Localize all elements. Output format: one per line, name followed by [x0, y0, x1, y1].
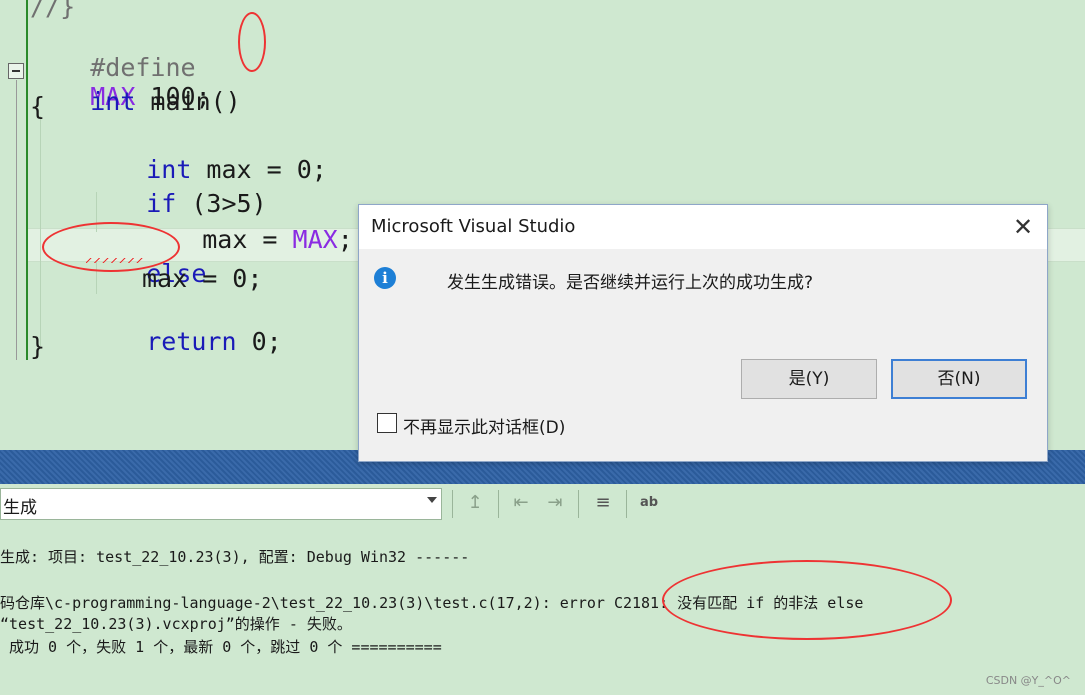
- find-in-source-icon[interactable]: ↥: [462, 490, 488, 516]
- annotation-circle: [238, 12, 266, 72]
- change-indicator-bar: [26, 0, 28, 360]
- dont-show-again-label[interactable]: 不再显示此对话框(D): [403, 413, 565, 438]
- code-text: 0;: [236, 327, 282, 356]
- keyword: int: [90, 87, 136, 116]
- code-line: {: [30, 92, 46, 121]
- code-text: max =: [202, 225, 293, 254]
- macro-name: MAX: [292, 225, 338, 254]
- output-source-value: 生成: [3, 498, 37, 518]
- indent-guide: [40, 116, 41, 346]
- code-line: max = 0;: [142, 264, 263, 293]
- fold-guide-line: [16, 80, 17, 360]
- toolbar-separator: [626, 490, 627, 518]
- output-line: “test_22_10.23(3).vcxproj”的操作 - 失败。: [0, 615, 352, 633]
- annotation-circle: [42, 222, 180, 272]
- code-line: }: [30, 332, 46, 361]
- dialog-titlebar[interactable]: Microsoft Visual Studio ✕: [359, 205, 1047, 249]
- output-source-select[interactable]: 生成: [0, 488, 442, 520]
- clear-all-icon[interactable]: ≡: [590, 490, 616, 516]
- next-message-icon[interactable]: ⇥: [542, 490, 568, 516]
- dialog-body: i 发生生成错误。是否继续并运行上次的成功生成? 是(Y) 否(N) 不再显示此…: [359, 249, 1047, 461]
- info-icon: i: [374, 267, 396, 289]
- toolbar-separator: [498, 490, 499, 518]
- output-line: 生成: 项目: test_22_10.23(3), 配置: Debug Win3…: [0, 548, 470, 566]
- dont-show-again-checkbox[interactable]: [377, 413, 397, 433]
- toolbar-separator: [578, 490, 579, 518]
- close-icon[interactable]: ✕: [1009, 213, 1037, 241]
- collapse-toggle-icon[interactable]: [8, 63, 24, 79]
- no-button[interactable]: 否(N): [891, 359, 1027, 399]
- yes-button[interactable]: 是(Y): [741, 359, 877, 399]
- previous-message-icon[interactable]: ⇤: [508, 490, 534, 516]
- annotation-circle: [662, 560, 952, 640]
- word-wrap-icon[interactable]: ab: [636, 490, 662, 516]
- code-line: //}: [30, 0, 76, 21]
- code-line: return 0;: [86, 298, 282, 385]
- toolbar-separator: [452, 490, 453, 518]
- code-text: main(): [135, 87, 241, 116]
- dialog-title: Microsoft Visual Studio: [371, 216, 576, 237]
- output-line: 成功 0 个，失败 1 个，最新 0 个，跳过 0 个 ==========: [0, 638, 442, 656]
- chevron-down-icon: [427, 497, 437, 503]
- output-pane[interactable]: 生成: 项目: test_22_10.23(3), 配置: Debug Win3…: [0, 524, 1085, 695]
- build-error-dialog: Microsoft Visual Studio ✕ i 发生生成错误。是否继续并…: [358, 204, 1048, 462]
- code-text: ;: [337, 225, 353, 254]
- dialog-message: 发生生成错误。是否继续并运行上次的成功生成?: [447, 273, 814, 293]
- watermark: CSDN @Y_^O^: [985, 674, 1071, 687]
- keyword: return: [146, 327, 237, 356]
